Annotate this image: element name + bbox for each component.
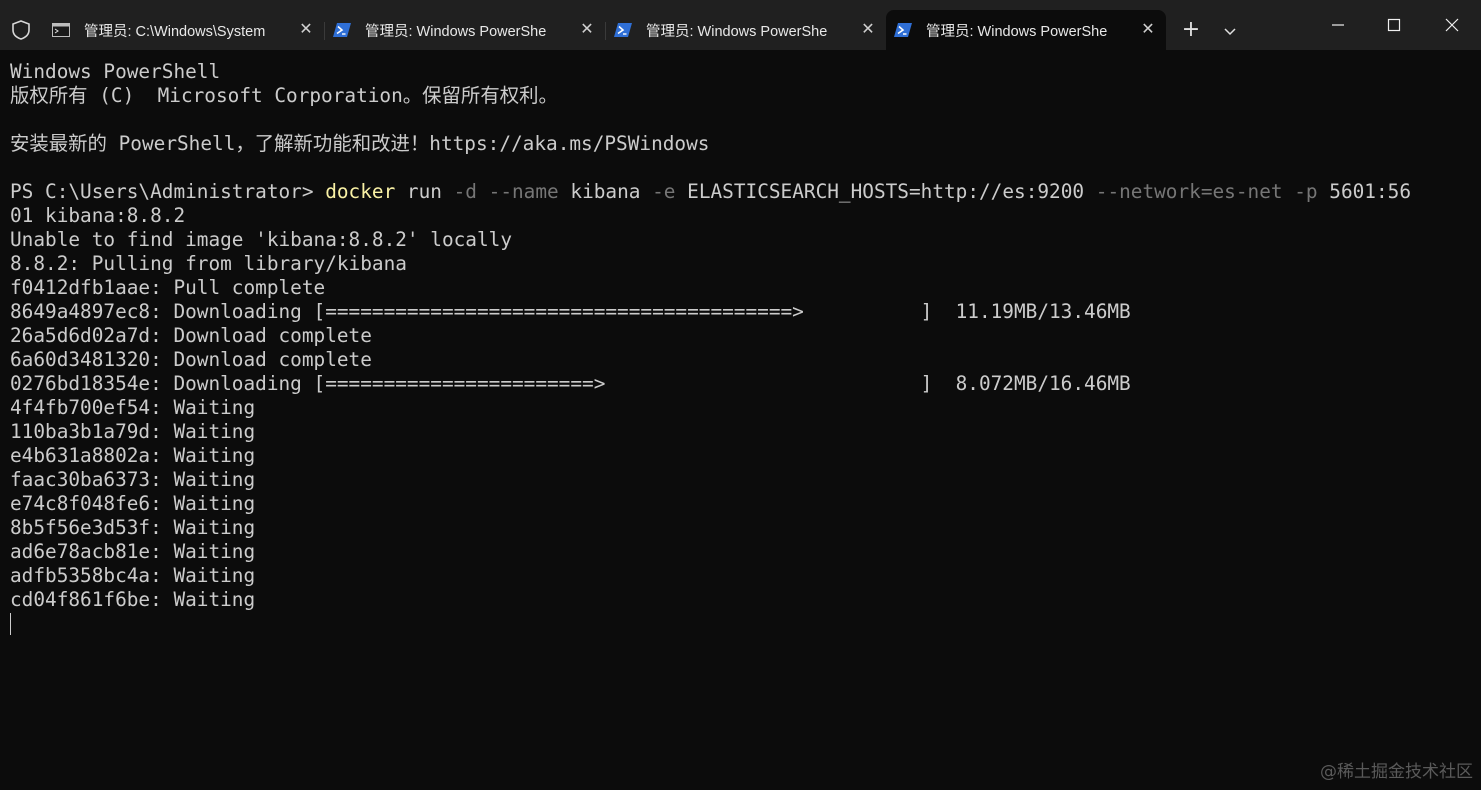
new-tab-button[interactable]: +: [1178, 19, 1204, 43]
port-value: 5601:56: [1317, 180, 1412, 203]
output-line: ad6e78acb81e: Waiting: [10, 540, 256, 563]
tab-title: 管理员: C:\Windows\System: [84, 23, 266, 40]
output-line: e74c8f048fe6: Waiting: [10, 492, 256, 515]
output-line: 8.8.2: Pulling from library/kibana: [10, 252, 407, 275]
tab-powershell-2[interactable]: 管理员: Windows PowerShe ✕: [606, 10, 886, 50]
output-line: 4f4fb700ef54: Waiting: [10, 396, 256, 419]
output-line: 6a60d3481320: Download complete: [10, 348, 372, 371]
output-line: f0412dfb1aae: Pull complete: [10, 276, 326, 299]
powershell-icon: [333, 23, 351, 37]
output-line: e4b631a8802a: Waiting: [10, 444, 256, 467]
banner-title: Windows PowerShell: [10, 60, 221, 83]
command-docker: docker: [325, 180, 396, 203]
tab-powershell-active[interactable]: 管理员: Windows PowerShe ✕: [886, 10, 1166, 50]
close-tab-icon[interactable]: ✕: [298, 21, 314, 37]
title-bar: 管理员: C:\Windows\System ✕ 管理员: Windows Po…: [0, 0, 1481, 50]
output-line: cd04f861f6be: Waiting: [10, 588, 256, 611]
output-line: faac30ba6373: Waiting: [10, 468, 256, 491]
shield-icon: [12, 20, 30, 40]
output-line: Unable to find image 'kibana:8.8.2' loca…: [10, 228, 512, 251]
output-line: adfb5358bc4a: Waiting: [10, 564, 256, 587]
tab-title: 管理员: Windows PowerShe: [365, 23, 547, 40]
watermark: @稀土掘金技术社区: [1320, 762, 1473, 782]
output-line: 110ba3b1a79d: Waiting: [10, 420, 256, 443]
flag-d: -d: [453, 180, 477, 203]
flag-e: -e: [652, 180, 676, 203]
powershell-icon: [614, 23, 632, 37]
output-line: 0276bd18354e: Downloading [=============…: [10, 372, 1131, 395]
powershell-icon: [894, 23, 912, 37]
close-tab-icon[interactable]: ✕: [579, 21, 595, 37]
tab-powershell-1[interactable]: 管理员: Windows PowerShe ✕: [325, 10, 605, 50]
prompt: PS C:\Users\Administrator>: [10, 180, 326, 203]
chevron-down-icon[interactable]: [1218, 19, 1242, 43]
close-window-icon[interactable]: [1432, 10, 1472, 40]
terminal-output: Windows PowerShell 版权所有 (C) Microsoft Cor…: [10, 60, 1411, 612]
tab-title: 管理员: Windows PowerShe: [926, 23, 1108, 40]
banner-install-hint: 安装最新的 PowerShell，了解新功能和改进！https://aka.ms…: [10, 132, 710, 155]
flag-network: --network=es-net: [1095, 180, 1283, 203]
flag-p: -p: [1294, 180, 1318, 203]
close-tab-icon[interactable]: ✕: [1140, 21, 1156, 37]
maximize-icon[interactable]: [1374, 10, 1414, 40]
command-line: PS C:\Users\Administrator> docker run -d…: [10, 180, 1411, 204]
text-cursor: [10, 613, 11, 635]
env-value: ELASTICSEARCH_HOSTS=http://es:9200: [675, 180, 1096, 203]
name-value: kibana: [558, 180, 653, 203]
close-tab-icon[interactable]: ✕: [860, 21, 876, 37]
minimize-icon[interactable]: [1318, 10, 1358, 40]
tab-cmd[interactable]: 管理员: C:\Windows\System ✕: [44, 10, 324, 50]
command-wrap: 01 kibana:8.8.2: [10, 204, 186, 227]
command-run: run: [395, 180, 454, 203]
flag-name: --name: [476, 180, 559, 203]
terminal-pane[interactable]: Windows PowerShell 版权所有 (C) Microsoft Cor…: [0, 50, 1481, 790]
output-line: 26a5d6d02a7d: Download complete: [10, 324, 372, 347]
tab-title: 管理员: Windows PowerShe: [646, 23, 828, 40]
cmd-icon: [52, 23, 70, 37]
output-line: 8b5f56e3d53f: Waiting: [10, 516, 256, 539]
banner-copyright: 版权所有 (C) Microsoft Corporation。保留所有权利。: [10, 84, 558, 107]
output-line: 8649a4897ec8: Downloading [=============…: [10, 300, 1131, 323]
